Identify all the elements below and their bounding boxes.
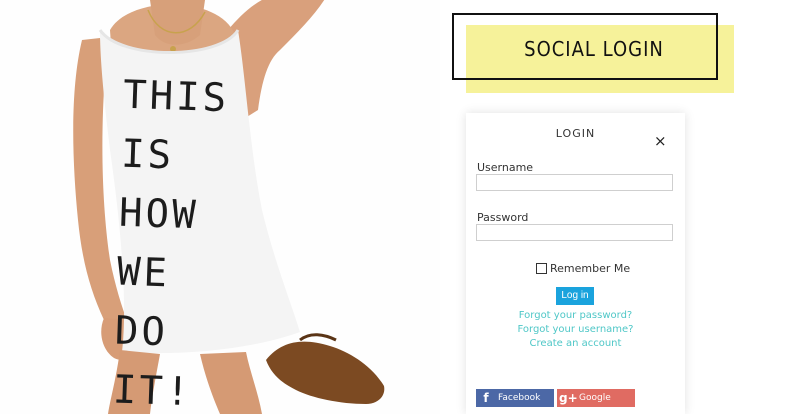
remember-label: Remember Me — [550, 262, 631, 275]
google-plus-icon: g+ — [559, 391, 578, 405]
login-modal: LOGIN × Username Password Remember Me Lo… — [466, 113, 685, 414]
username-input[interactable] — [476, 174, 673, 191]
forgot-username-link[interactable]: Forgot your username? — [466, 324, 685, 335]
forgot-password-link[interactable]: Forgot your password? — [466, 310, 685, 321]
login-button[interactable]: Log in — [556, 287, 594, 305]
password-input[interactable] — [476, 224, 673, 241]
login-title: LOGIN — [555, 127, 596, 140]
remember-checkbox[interactable] — [536, 263, 547, 274]
model-photo: THIS IS HOW WE DO IT! — [0, 0, 440, 414]
facebook-label: Facebook — [498, 393, 541, 403]
facebook-icon: f — [483, 391, 489, 405]
google-label: Google — [579, 393, 611, 403]
google-login-button[interactable]: g+ Google — [557, 389, 635, 407]
shirt-slogan: THIS IS HOW WE DO IT! — [112, 72, 230, 414]
facebook-login-button[interactable]: f Facebook — [476, 389, 554, 407]
page-title: SOCIAL LOGIN — [524, 36, 664, 61]
create-account-link[interactable]: Create an account — [466, 338, 685, 349]
remember-me[interactable]: Remember Me — [536, 262, 630, 275]
password-label: Password — [477, 211, 529, 224]
close-icon[interactable]: × — [654, 134, 667, 149]
username-label: Username — [477, 161, 534, 174]
hero-banner: SOCIAL LOGIN — [452, 13, 718, 80]
